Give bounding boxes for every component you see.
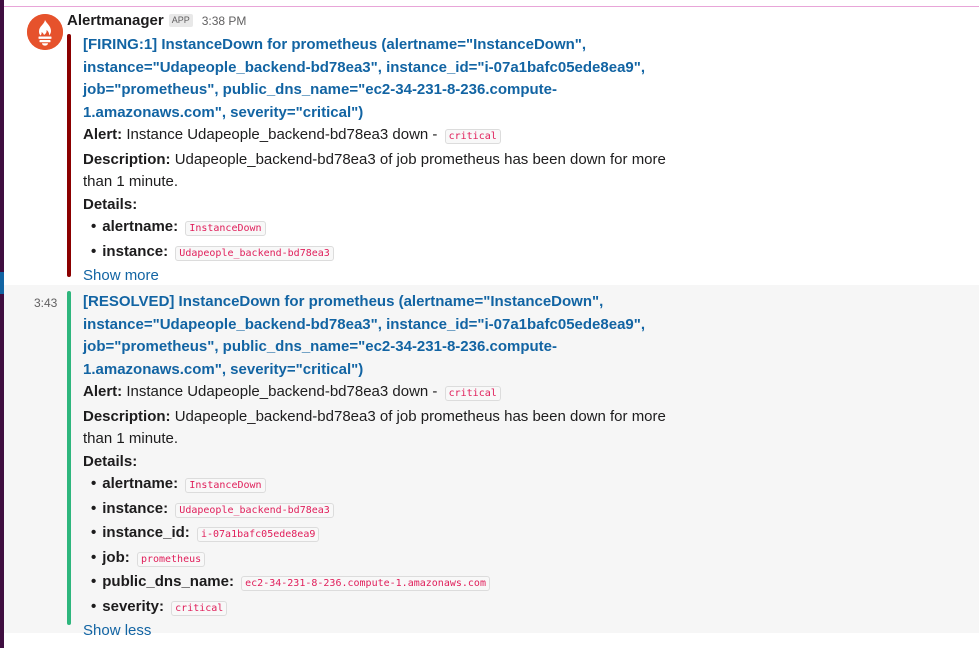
alert-title-link[interactable]: [FIRING:1] InstanceDown for prometheus (…	[83, 34, 663, 124]
app-badge: APP	[168, 14, 193, 27]
resolved-color-bar	[67, 291, 71, 625]
detail-item: • public_dns_name: ec2-34-231-8-236.compu…	[83, 571, 663, 596]
detail-key: instance:	[102, 499, 169, 517]
alert-row: Alert: Instance Udapeople_backend-bd78ea…	[83, 124, 663, 149]
title-line: instance="Udapeople_backend-bd78ea3", in…	[83, 315, 646, 333]
detail-item: • instance: Udapeople_backend-bd78ea3	[83, 498, 663, 523]
detail-item: • job: prometheus	[83, 547, 663, 572]
description-row: Description: Udapeople_backend-bd78ea3 o…	[83, 149, 666, 172]
message-timestamp[interactable]: 3:43	[34, 296, 57, 310]
detail-value: i-07a1bafc05ede8ea9	[196, 527, 320, 542]
detail-value: ec2-34-231-8-236.compute-1.amazonaws.com	[241, 576, 490, 591]
detail-key: severity:	[102, 597, 164, 615]
detail-value: prometheus	[136, 551, 206, 567]
show-less-button[interactable]: Show less	[83, 620, 663, 643]
alert-label: Alert:	[83, 383, 123, 400]
alert-text: Instance Udapeople_backend-bd78ea3 down …	[126, 383, 438, 400]
description-continued: than 1 minute.	[83, 430, 179, 447]
detail-value: Udapeople_backend-bd78ea3	[175, 245, 334, 261]
resolved-attachment: [RESOLVED] InstanceDown for prometheus (…	[67, 291, 667, 639]
severity-code: critical	[444, 129, 501, 144]
detail-value: InstanceDown	[185, 221, 266, 236]
description-continued: than 1 minute.	[83, 173, 179, 190]
message-resolved: 3:43 [RESOLVED] InstanceDown for prometh…	[4, 285, 979, 639]
detail-key: public_dns_name:	[102, 573, 234, 590]
detail-item: • alertname: InstanceDown	[83, 216, 663, 241]
detail-item: • severity: critical	[83, 596, 663, 621]
bullet-dot-icon: •	[91, 597, 97, 615]
firing-attachment: [FIRING:1] InstanceDown for prometheus (…	[67, 34, 667, 284]
detail-item: • instance: Udapeople_backend-bd78ea3	[83, 241, 663, 266]
detail-item: • alertname: InstanceDown	[83, 473, 663, 498]
detail-key: instance:	[102, 242, 169, 260]
detail-key: alertname:	[102, 218, 179, 235]
description-label: Description:	[83, 407, 171, 425]
bullet-dot-icon: •	[91, 524, 97, 541]
detail-key: instance_id:	[102, 524, 190, 541]
message-header: Alertmanager APP 3:38 PM	[67, 12, 246, 29]
title-line: [FIRING:1] InstanceDown for prometheus (…	[83, 36, 587, 53]
prometheus-flame-icon[interactable]	[27, 14, 63, 50]
attachment-body: [FIRING:1] InstanceDown for prometheus (…	[83, 34, 666, 288]
description-text: Udapeople_backend-bd78ea3 of job prometh…	[174, 150, 666, 168]
detail-item: • instance_id: i-07a1bafc05ede8ea9	[83, 522, 663, 547]
description-row: Description: Udapeople_backend-bd78ea3 o…	[83, 406, 666, 429]
severity-code: critical	[444, 386, 501, 401]
alert-row: Alert: Instance Udapeople_backend-bd78ea…	[83, 381, 663, 406]
bullet-dot-icon: •	[91, 242, 97, 260]
alert-title-link[interactable]: [RESOLVED] InstanceDown for prometheus (…	[83, 291, 663, 381]
title-line: [RESOLVED] InstanceDown for prometheus (…	[83, 293, 604, 310]
alert-text: Instance Udapeople_backend-bd78ea3 down …	[126, 126, 438, 143]
attachment-body: [RESOLVED] InstanceDown for prometheus (…	[83, 291, 666, 643]
message-timestamp[interactable]: 3:38 PM	[202, 14, 247, 28]
new-messages-divider	[4, 6, 979, 7]
bullet-dot-icon: •	[91, 548, 97, 566]
description-text: Udapeople_backend-bd78ea3 of job prometh…	[174, 407, 666, 425]
bullet-dot-icon: •	[91, 573, 97, 590]
details-label: Details:	[83, 452, 138, 470]
title-line: instance="Udapeople_backend-bd78ea3", in…	[83, 58, 646, 76]
details-label: Details:	[83, 195, 138, 213]
title-line: job="prometheus", public_dns_name="ec2-3…	[83, 81, 557, 98]
title-line: job="prometheus", public_dns_name="ec2-3…	[83, 338, 557, 355]
bullet-dot-icon: •	[91, 499, 97, 517]
detail-key: job:	[102, 548, 130, 566]
alert-label: Alert:	[83, 126, 123, 143]
bullet-dot-icon: •	[91, 475, 97, 492]
detail-key: alertname:	[102, 475, 179, 492]
description-label: Description:	[83, 150, 171, 168]
detail-value: critical	[171, 600, 228, 616]
title-line: 1.amazonaws.com", severity="critical")	[83, 103, 364, 121]
bullet-dot-icon: •	[91, 218, 97, 235]
detail-value: Udapeople_backend-bd78ea3	[175, 502, 334, 518]
detail-value: InstanceDown	[185, 478, 266, 493]
message-firing: Alertmanager APP 3:38 PM [FIRING:1] Inst…	[4, 8, 979, 285]
sender-name[interactable]: Alertmanager	[67, 12, 164, 29]
title-line: 1.amazonaws.com", severity="critical")	[83, 360, 364, 378]
firing-color-bar	[67, 34, 71, 277]
